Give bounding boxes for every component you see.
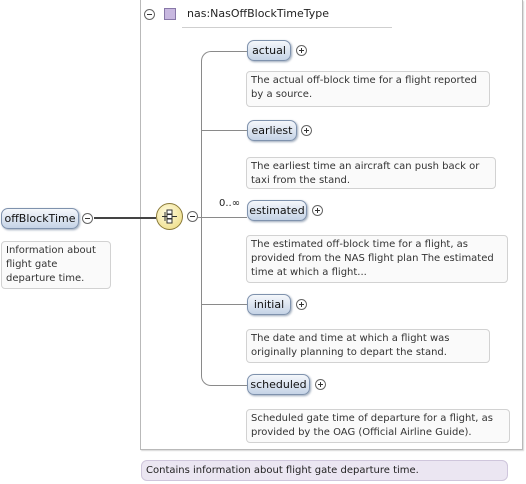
element-label: estimated [249, 204, 305, 217]
sequence-occurrence: 0..∞ [219, 198, 241, 209]
element-doc: The estimated off-block time for a fligh… [246, 235, 508, 283]
element-doc: Scheduled gate time of departure for a f… [246, 409, 510, 443]
sequence-icon [162, 209, 177, 224]
complex-type-box [140, 0, 523, 450]
element-estimated[interactable]: estimated [247, 200, 307, 221]
expand-icon[interactable] [312, 205, 323, 216]
element-earliest[interactable]: earliest [247, 120, 297, 141]
sequence-collapse-icon[interactable] [187, 211, 198, 222]
complex-type-doc: Contains information about flight gate d… [141, 460, 508, 481]
element-label: actual [252, 44, 286, 57]
expand-icon[interactable] [296, 45, 307, 56]
element-actual[interactable]: actual [247, 40, 291, 61]
estimated-connector [202, 217, 247, 218]
sequence-compositor[interactable] [156, 203, 183, 230]
root-element-label: offBlockTime [4, 212, 76, 225]
element-scheduled[interactable]: scheduled [247, 374, 310, 395]
element-label: initial [253, 298, 285, 311]
element-initial[interactable]: initial [247, 294, 291, 315]
type-collapse-icon[interactable] [144, 9, 155, 20]
element-label: scheduled [250, 378, 307, 391]
element-doc: The actual off-block time for a flight r… [246, 71, 490, 107]
complex-type-icon [164, 8, 176, 20]
expand-icon[interactable] [301, 125, 312, 136]
root-element-doc: Information about flight gate departure … [1, 241, 111, 289]
earliest-connector [202, 130, 247, 131]
initial-connector [202, 304, 247, 305]
root-collapse-icon[interactable] [82, 213, 93, 224]
element-doc: The earliest time an aircraft can push b… [246, 157, 496, 189]
root-connector [94, 217, 156, 219]
expand-icon[interactable] [296, 299, 307, 310]
complex-type-name: nas:NasOffBlockTimeType [187, 7, 330, 20]
element-label: earliest [251, 124, 293, 137]
type-header-divider [182, 27, 392, 28]
element-doc: The date and time at which a flight was … [246, 329, 490, 363]
root-element-offBlockTime[interactable]: offBlockTime [1, 208, 79, 229]
children-bracket [201, 51, 248, 386]
expand-icon[interactable] [315, 379, 326, 390]
